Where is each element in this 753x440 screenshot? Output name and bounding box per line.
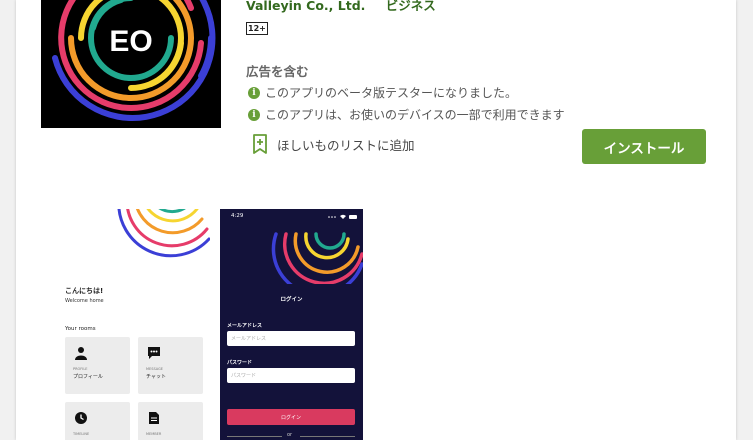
- add-to-wishlist-button[interactable]: ほしいものリストに追加: [252, 134, 415, 154]
- screenshot-login[interactable]: 4:29 ログイン メールアドレス メールアドレス パスワード パスワード ログ…: [220, 209, 363, 440]
- divider-right: [300, 436, 355, 437]
- app-icon: EO: [41, 0, 221, 128]
- divider-left: [227, 436, 282, 437]
- document-icon: [149, 412, 159, 424]
- ads-label: 広告を含む: [246, 64, 309, 79]
- install-button[interactable]: インストール: [582, 129, 706, 164]
- password-label: パスワード: [227, 360, 253, 366]
- app-icon-text: EO: [109, 25, 152, 58]
- chat-icon: [148, 347, 160, 359]
- welcome-text: Welcome home: [65, 298, 104, 304]
- member-tile[interactable]: MEMBER: [138, 402, 203, 440]
- email-field[interactable]: メールアドレス: [227, 331, 355, 346]
- rings-graphic: [271, 232, 363, 284]
- device-availability-note: i このアプリは、お使いのデバイスの一部で利用できます: [248, 106, 565, 123]
- tile-label: プロフィール: [73, 374, 103, 380]
- login-button[interactable]: ログイン: [227, 409, 355, 425]
- email-label: メールアドレス: [227, 323, 263, 329]
- rings-graphic: [117, 209, 210, 258]
- category-link[interactable]: ビジネス: [386, 0, 436, 13]
- clock-icon: [75, 412, 87, 424]
- timeline-tile[interactable]: TIMELINE: [65, 402, 130, 440]
- or-text: or: [287, 432, 293, 438]
- greeting-text: こんにちは!: [65, 287, 104, 295]
- app-details-card: EO Valleyin Co., Ltd. ビジネス 12+ 広告を含む i こ…: [16, 0, 736, 440]
- developer-row: Valleyin Co., Ltd. ビジネス: [246, 0, 452, 14]
- password-field[interactable]: パスワード: [227, 368, 355, 383]
- info-icon: i: [248, 108, 260, 121]
- device-availability-text: このアプリは、お使いのデバイスの一部で利用できます: [265, 108, 565, 122]
- tile-caption: PROFILE: [73, 367, 88, 371]
- wishlist-label: ほしいものリストに追加: [277, 137, 415, 153]
- developer-link[interactable]: Valleyin Co., Ltd.: [246, 0, 365, 13]
- profile-tile[interactable]: PROFILE プロフィール: [65, 337, 130, 394]
- bookmark-add-icon: [253, 134, 267, 154]
- screenshot-home[interactable]: こんにちは! Welcome home Your rooms PROFILE プ…: [57, 209, 210, 440]
- tile-caption: MESSAGE: [146, 367, 163, 371]
- rooms-heading: Your rooms: [65, 326, 96, 332]
- beta-tester-note: i このアプリのベータ版テスターになりました。: [248, 84, 517, 101]
- beta-tester-text: このアプリのベータ版テスターになりました。: [265, 86, 518, 100]
- content-rating-badge: 12+: [246, 22, 268, 35]
- info-icon: i: [248, 86, 260, 99]
- tile-caption: MEMBER: [146, 432, 162, 436]
- login-title: ログイン: [280, 297, 303, 303]
- tile-label: チャット: [146, 374, 166, 380]
- tile-caption: TIMELINE: [73, 432, 90, 436]
- chat-tile[interactable]: MESSAGE チャット: [138, 337, 203, 394]
- person-icon: [75, 347, 87, 360]
